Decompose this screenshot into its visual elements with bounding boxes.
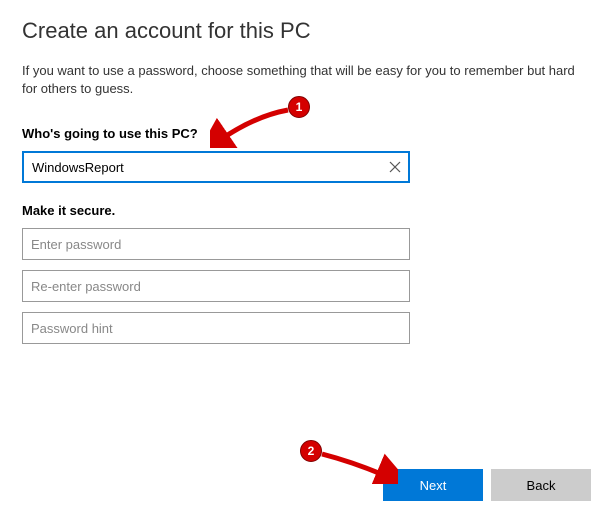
page-title: Create an account for this PC (22, 18, 591, 44)
next-button[interactable]: Next (383, 469, 483, 501)
password-input[interactable] (22, 228, 410, 260)
username-input[interactable] (22, 151, 410, 183)
page-subtitle: If you want to use a password, choose so… (22, 62, 582, 98)
secure-label: Make it secure. (22, 203, 591, 218)
annotation-badge-2: 2 (300, 440, 322, 462)
back-button[interactable]: Back (491, 469, 591, 501)
annotation-badge-1: 1 (288, 96, 310, 118)
username-input-wrap (22, 151, 410, 183)
username-label: Who's going to use this PC? (22, 126, 591, 141)
button-row: Next Back (383, 469, 591, 501)
clear-icon[interactable] (386, 158, 404, 176)
reenter-password-input[interactable] (22, 270, 410, 302)
password-hint-input[interactable] (22, 312, 410, 344)
